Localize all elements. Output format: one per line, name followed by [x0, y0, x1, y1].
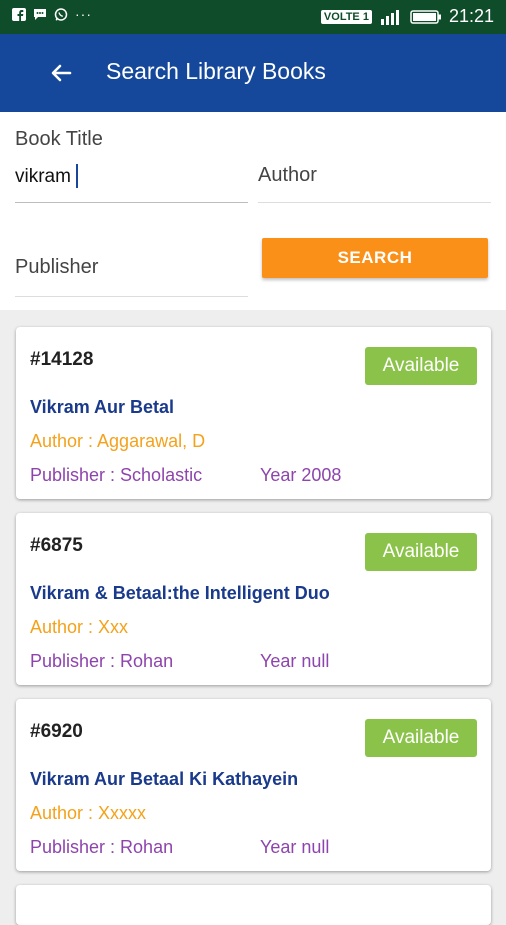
- book-year: Year null: [260, 837, 330, 857]
- publisher-input[interactable]: Publisher: [15, 256, 98, 279]
- book-id: #14128: [30, 349, 94, 370]
- book-title: Vikram Aur Betal: [30, 397, 175, 417]
- result-card[interactable]: #14128 Available Vikram Aur Betal Author…: [16, 327, 491, 499]
- result-card[interactable]: #6875 Available Vikram & Betaal:the Inte…: [16, 513, 491, 685]
- book-title-underline: [15, 202, 248, 203]
- book-publisher: Publisher : Scholastic: [30, 465, 203, 485]
- network-label: VOLTE 1: [320, 9, 372, 24]
- book-author: Author : Xxx: [30, 617, 129, 637]
- status-bar: ··· VOLTE 1 21:21: [0, 0, 506, 34]
- book-id: #6920: [30, 721, 83, 742]
- facebook-icon: [12, 8, 26, 21]
- result-card-partial[interactable]: [16, 885, 491, 925]
- availability-badge: Available: [365, 347, 477, 385]
- book-author: Author : Aggarawal, D: [30, 431, 206, 451]
- app-bar: Search Library Books: [0, 34, 506, 112]
- page-title: Search Library Books: [106, 58, 326, 84]
- battery-icon: [410, 9, 441, 24]
- book-title: Vikram Aur Betaal Ki Kathayein: [30, 769, 299, 789]
- author-input[interactable]: Author: [258, 164, 317, 187]
- more-notifications: ···: [75, 6, 92, 22]
- notification-icons: ···: [12, 6, 92, 22]
- chat-icon: [34, 9, 46, 20]
- book-publisher: Publisher : Rohan: [30, 651, 174, 671]
- availability-badge: Available: [365, 719, 477, 757]
- book-year: Year 2008: [260, 465, 342, 485]
- signal-icon: [380, 9, 399, 25]
- text-cursor: [76, 164, 78, 188]
- book-id: #6875: [30, 535, 83, 556]
- author-underline: [258, 202, 491, 203]
- search-button[interactable]: SEARCH: [262, 238, 488, 278]
- clock: 21:21: [448, 6, 494, 26]
- book-author: Author : Xxxxx: [30, 803, 147, 823]
- result-card[interactable]: #6920 Available Vikram Aur Betaal Ki Kat…: [16, 699, 491, 871]
- book-title: Vikram & Betaal:the Intelligent Duo: [30, 583, 330, 603]
- book-publisher: Publisher : Rohan: [30, 837, 174, 857]
- system-status: VOLTE 1 21:21: [320, 6, 494, 27]
- search-form: Book Title vikram Author Publisher SEARC…: [0, 112, 506, 310]
- book-year: Year null: [260, 651, 330, 671]
- back-arrow-icon[interactable]: [48, 60, 74, 86]
- whatsapp-icon: [54, 8, 68, 21]
- book-title-input[interactable]: vikram: [15, 166, 71, 188]
- publisher-underline: [15, 296, 248, 297]
- availability-badge: Available: [365, 533, 477, 571]
- book-title-label: Book Title: [15, 128, 103, 150]
